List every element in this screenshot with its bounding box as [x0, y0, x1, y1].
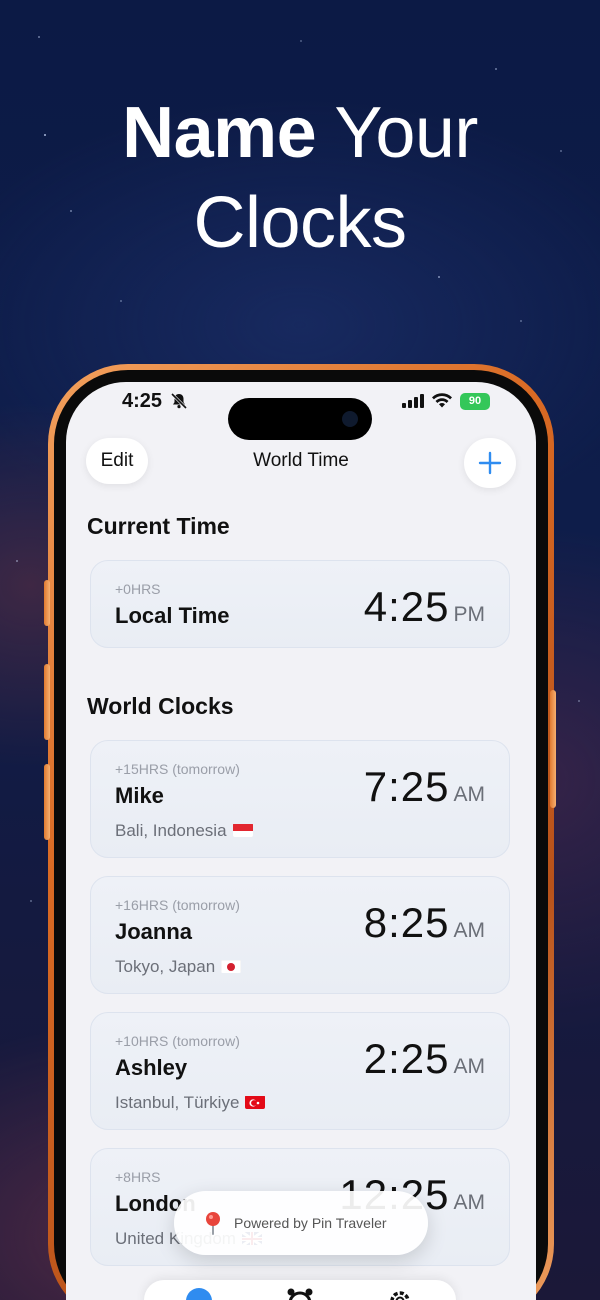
- plus-icon: [478, 451, 502, 475]
- clock-ampm: AM: [453, 783, 486, 806]
- clock-ampm: AM: [453, 1191, 486, 1214]
- clock-name: Mike: [115, 783, 164, 808]
- clock-offset: +16HRS (tomorrow): [115, 897, 240, 913]
- clock-time: 8:25 AM: [364, 899, 485, 947]
- japan-flag-icon: [221, 959, 242, 973]
- headline: Name Your Clocks: [0, 88, 600, 268]
- globe-icon[interactable]: [184, 1286, 214, 1300]
- status-bar: 4:25 90: [66, 382, 536, 440]
- clock-name: Local Time: [115, 603, 230, 628]
- toast-text: Powered by Pin Traveler: [234, 1215, 387, 1231]
- clock-location-text: Istanbul, Türkiye: [115, 1093, 240, 1112]
- alarm-clock-icon[interactable]: [285, 1286, 315, 1300]
- clock-name: Ashley: [115, 1055, 188, 1080]
- camera-icon: [342, 411, 358, 427]
- clock-location: Tokyo, Japan: [115, 957, 242, 977]
- clock-location-text: Tokyo, Japan: [115, 957, 216, 976]
- world-clock-card[interactable]: +10HRS (tomorrow) Ashley Istanbul, Türki…: [90, 1012, 510, 1130]
- clock-time: 7:25 AM: [364, 763, 485, 811]
- clock-time-value: 2:25: [363, 1035, 450, 1082]
- cellular-signal-icon: [402, 394, 424, 408]
- clock-ampm: PM: [453, 603, 486, 626]
- powered-by-toast[interactable]: Powered by Pin Traveler: [174, 1191, 428, 1255]
- side-button-power: [550, 690, 556, 808]
- section-title-world: World Clocks: [87, 693, 234, 719]
- clock-offset: +15HRS (tomorrow): [115, 761, 240, 777]
- clock-location-text: Bali, Indonesia: [115, 821, 227, 840]
- clock-time: 4:25 PM: [364, 583, 485, 631]
- battery-indicator: 90: [460, 393, 490, 410]
- wifi-icon: [432, 393, 452, 408]
- world-clock-card[interactable]: +16HRS (tomorrow) Joanna Tokyo, Japan 8:…: [90, 876, 510, 994]
- clock-ampm: AM: [453, 919, 486, 942]
- side-button-action: [44, 580, 50, 626]
- clock-name: Joanna: [115, 919, 193, 944]
- clock-offset: +0HRS: [115, 581, 161, 597]
- clock-ampm: AM: [453, 1055, 486, 1078]
- world-clock-card[interactable]: +15HRS (tomorrow) Mike Bali, Indonesia 7…: [90, 740, 510, 858]
- gear-icon[interactable]: [385, 1286, 415, 1300]
- status-time: 4:25: [122, 390, 163, 412]
- side-button-volume-up: [44, 664, 50, 740]
- clock-time-value: 8:25: [363, 899, 450, 946]
- dynamic-island: [228, 398, 372, 440]
- clock-time-value: 7:25: [363, 763, 450, 810]
- headline-line2: Clocks: [193, 183, 407, 263]
- headline-bold: Name: [122, 93, 317, 173]
- map-pin-icon: [206, 1212, 220, 1235]
- indonesia-flag-icon: [232, 823, 253, 837]
- clock-offset: +10HRS (tomorrow): [115, 1033, 240, 1049]
- add-clock-button[interactable]: [464, 438, 516, 488]
- turkey-flag-icon: [245, 1095, 266, 1109]
- side-button-volume-down: [44, 764, 50, 840]
- clock-location: Bali, Indonesia: [115, 821, 253, 841]
- bell-slash-icon: [170, 392, 188, 410]
- headline-light: Your: [334, 93, 478, 173]
- clock-time: 2:25 AM: [364, 1035, 485, 1083]
- clock-offset: +8HRS: [115, 1169, 161, 1185]
- local-time-card[interactable]: +0HRS Local Time 4:25 PM: [90, 560, 510, 648]
- section-title-current: Current Time: [87, 513, 230, 539]
- tab-bar: [144, 1280, 456, 1300]
- app-screen: 4:25 90 Edit World Time Current Time +0H…: [66, 382, 536, 1300]
- clock-location: Istanbul, Türkiye: [115, 1093, 266, 1113]
- clock-time-value: 4:25: [363, 583, 450, 630]
